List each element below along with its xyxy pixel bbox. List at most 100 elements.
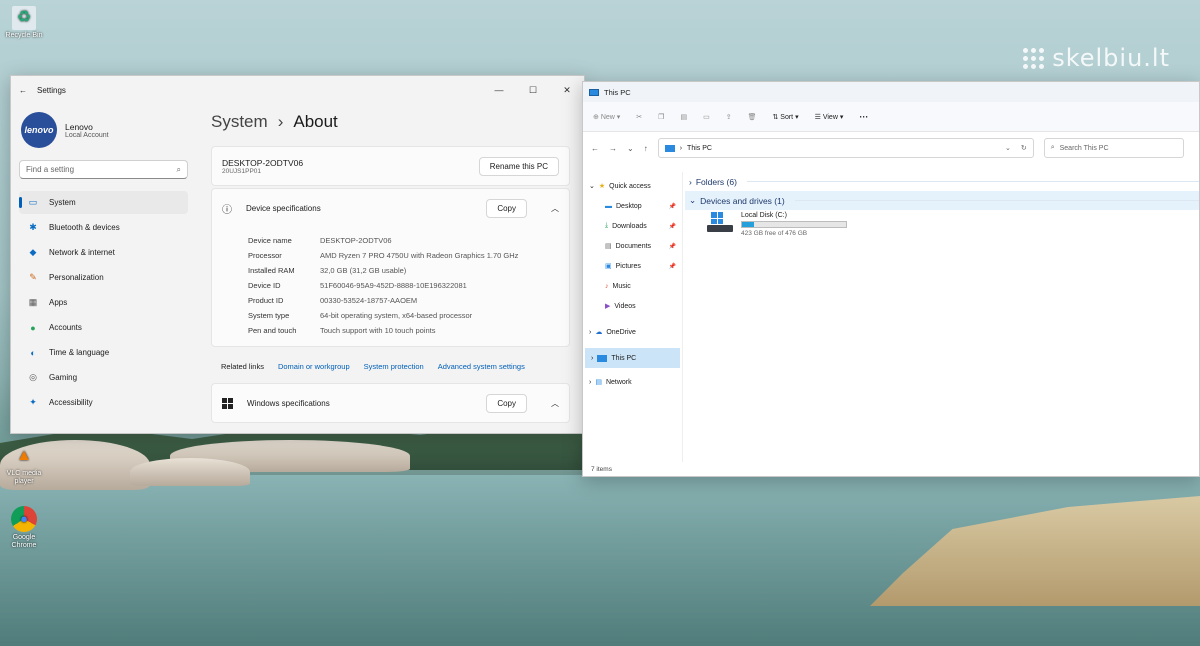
chevron-right-icon[interactable]: ›	[589, 379, 591, 386]
nav-item-downloads[interactable]: ⤓ Downloads 📌	[583, 216, 682, 236]
spec-row: Product ID 00330-53524-18757-AAOEM	[248, 293, 559, 308]
explorer-command-bar: ⊕ New ▾ ✂ ❐ ▤ ▭ ⇪ 🗑 ⇅ Sort ▾ ☰ View ▾ ··…	[583, 102, 1199, 132]
chevron-down-icon[interactable]: ⌄	[589, 182, 595, 190]
desktop-icon-vlc[interactable]: ▲ VLC media player	[2, 444, 46, 486]
rename-icon[interactable]: ▭	[703, 113, 710, 121]
close-button[interactable]: ✕	[550, 85, 584, 96]
sidebar-item-label: Time & language	[49, 348, 110, 357]
apps-icon: ▦	[28, 297, 38, 307]
more-options-button[interactable]: ···	[859, 112, 868, 122]
profile-name: Lenovo	[65, 121, 93, 132]
pin-icon: 📌	[668, 223, 676, 230]
spec-row: Device ID 51F60046-95A9-452D-8888-10E1963…	[248, 278, 559, 293]
drive-usage-fill	[742, 222, 754, 227]
up-arrow-icon[interactable]: ↑	[644, 144, 648, 153]
nav-item-desktop[interactable]: ▬ Desktop 📌	[583, 196, 682, 216]
advanced-system-settings-link[interactable]: Advanced system settings	[438, 362, 525, 371]
sort-button[interactable]: ⇅ Sort ▾	[772, 113, 798, 121]
spec-value: 00330-53524-18757-AAOEM	[320, 295, 418, 305]
device-specs-header[interactable]: ⓘ Device specifications Copy ︿	[212, 189, 569, 227]
chevron-down-icon[interactable]: ⌄	[627, 144, 634, 153]
desktop-folder-icon: ▬	[605, 202, 612, 210]
address-input[interactable]: › This PC ⌄ ↻	[657, 138, 1034, 158]
desktop-icon-recycle-bin[interactable]: ♻ Recycle Bin	[2, 6, 46, 40]
minimize-button[interactable]: —	[482, 85, 516, 96]
nav-item-label: Quick access	[609, 182, 651, 190]
brush-icon: ✎	[29, 272, 37, 282]
sidebar-item-accounts[interactable]: ● Accounts	[19, 316, 188, 339]
address-history-chevron-icon[interactable]: ⌄	[1005, 144, 1011, 152]
group-label: Devices and drives (1)	[700, 195, 785, 206]
sidebar-item-apps[interactable]: ▦ Apps	[19, 291, 188, 314]
nav-item-this-pc[interactable]: › This PC	[585, 348, 680, 368]
copy-icon[interactable]: ❐	[658, 113, 664, 121]
group-header-devices[interactable]: ⌄ Devices and drives (1)	[685, 191, 1199, 210]
windows-specs-header[interactable]: Windows specifications Copy ︿	[212, 384, 569, 422]
spec-key: Device name	[248, 235, 292, 245]
search-icon: ⌕	[1050, 144, 1055, 151]
spec-value: 64-bit operating system, x64-based proce…	[320, 310, 473, 320]
share-icon[interactable]: ⇪	[726, 113, 732, 121]
sort-button-label: Sort	[780, 113, 794, 121]
desktop-icon-chrome[interactable]: ● Google Chrome	[2, 506, 46, 550]
paste-icon[interactable]: ▤	[680, 113, 687, 121]
back-arrow-icon[interactable]: ←	[591, 144, 599, 153]
sidebar-item-bluetooth[interactable]: ✱ Bluetooth & devices	[19, 216, 188, 239]
profile[interactable]: lenovo Lenovo Local Account	[19, 104, 188, 160]
nav-item-quick-access[interactable]: ⌄ ★ Quick access	[583, 176, 682, 196]
chevron-right-icon: ›	[689, 176, 692, 187]
pin-icon: 📌	[668, 203, 676, 210]
sidebar-item-accessibility[interactable]: ✦ Accessibility	[19, 391, 188, 414]
sidebar-item-time-language[interactable]: ◐ Time & language	[19, 341, 188, 364]
nav-item-documents[interactable]: ▤ Documents 📌	[583, 236, 682, 256]
spec-key: Device ID	[248, 280, 281, 290]
spec-key: Pen and touch	[248, 325, 297, 335]
chevron-up-icon[interactable]: ︿	[551, 398, 559, 409]
spec-value: 51F60046-95A9-452D-8888-10E196322081	[320, 280, 467, 290]
nav-item-music[interactable]: ♪ Music	[583, 276, 682, 296]
nav-item-network[interactable]: › ▤ Network	[583, 372, 682, 392]
drive-item-c[interactable]: Local Disk (C:) 423 GB free of 476 GB	[685, 210, 1199, 237]
this-pc-icon	[597, 354, 608, 362]
nav-item-onedrive[interactable]: › ☁ OneDrive	[583, 322, 682, 342]
chevron-right-icon[interactable]: ›	[591, 355, 593, 362]
download-icon: ⤓	[605, 222, 609, 229]
copy-windows-specs-button[interactable]: Copy	[486, 393, 527, 413]
sidebar-item-gaming[interactable]: ◎ Gaming	[19, 366, 188, 389]
find-setting-input[interactable]: Find a setting ⌕	[19, 160, 188, 179]
hard-drive-icon	[707, 212, 733, 236]
explorer-search-input[interactable]: ⌕ Search This PC	[1043, 138, 1184, 158]
sidebar-item-system[interactable]: ▭ System	[19, 191, 188, 214]
sidebar-item-label: Accessibility	[49, 398, 93, 407]
address-text: This PC	[687, 144, 712, 152]
maximize-button[interactable]: ☐	[516, 85, 550, 96]
delete-icon[interactable]: 🗑	[748, 113, 757, 121]
domain-workgroup-link[interactable]: Domain or workgroup	[278, 362, 350, 371]
sidebar-item-label: Gaming	[49, 373, 78, 382]
view-button[interactable]: ☰ View ▾	[815, 113, 844, 121]
refresh-icon[interactable]: ↻	[1021, 144, 1027, 152]
group-header-folders[interactable]: › Folders (6)	[685, 172, 1199, 191]
drive-name: Local Disk (C:)	[741, 212, 787, 219]
new-button[interactable]: ⊕ New ▾	[593, 113, 620, 121]
explorer-titlebar: This PC	[583, 82, 1199, 102]
forward-arrow-icon[interactable]: →	[609, 144, 617, 153]
watermark-text: skelbiu.lt	[1052, 44, 1170, 72]
sidebar-item-network[interactable]: ◆ Network & internet	[19, 241, 188, 264]
spec-value: 32,0 GB (31,2 GB usable)	[320, 265, 407, 275]
copy-device-specs-button[interactable]: Copy	[486, 198, 527, 218]
nav-item-videos[interactable]: ▶ Videos	[583, 296, 682, 316]
chevron-right-icon[interactable]: ›	[589, 329, 591, 336]
cut-icon[interactable]: ✂	[636, 113, 642, 121]
breadcrumb-parent[interactable]: System	[211, 112, 268, 132]
wifi-icon: ◆	[29, 247, 37, 257]
chevron-up-icon[interactable]: ︿	[551, 203, 559, 214]
rename-pc-button[interactable]: Rename this PC	[478, 156, 559, 176]
windows-specs-title: Windows specifications	[247, 398, 330, 408]
back-arrow-icon[interactable]: ←	[19, 86, 27, 95]
nav-item-pictures[interactable]: ▣ Pictures 📌	[583, 256, 682, 276]
system-protection-link[interactable]: System protection	[364, 362, 424, 371]
sidebar-item-personalization[interactable]: ✎ Personalization	[19, 266, 188, 289]
profile-account-type: Local Account	[65, 131, 109, 139]
monitor-icon: ▭	[28, 197, 38, 207]
